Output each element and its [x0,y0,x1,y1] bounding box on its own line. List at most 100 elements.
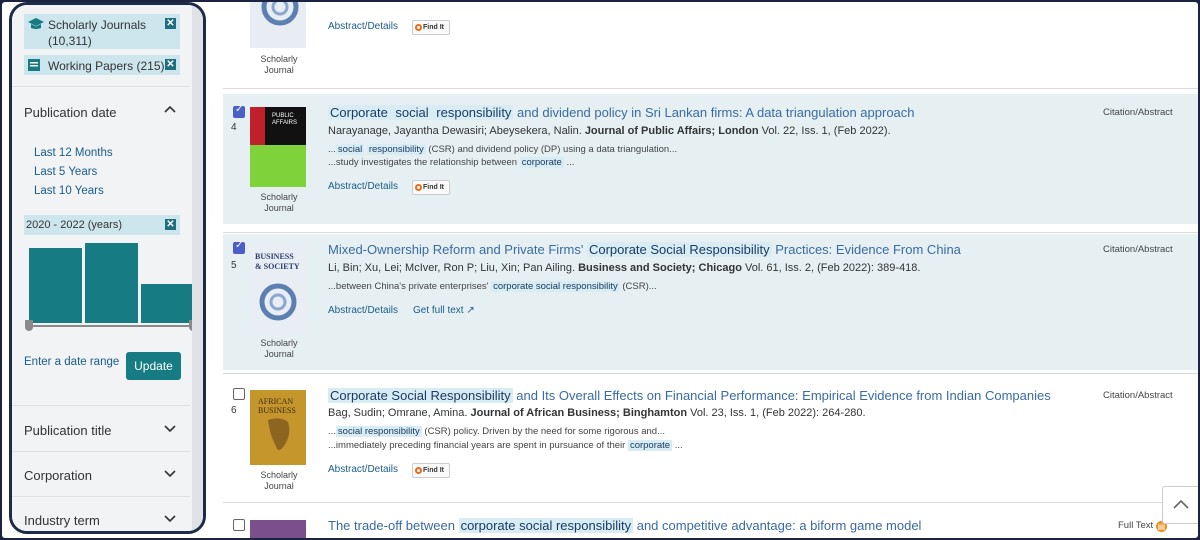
result-item: 4 PUBLICAFFAIRS Scholarly Journal Corpor… [223,94,1198,224]
divider [223,502,1198,503]
title-text[interactable]: and Its Overall Effects on Financial Per… [513,388,1050,403]
histogram-bar[interactable] [29,247,82,323]
snippet-highlight: corporate [627,440,673,451]
snippet-text: (CSR) and dividend policy (DP) using a d… [425,144,678,155]
authors: Bag, Sudin; Omrane, Amina. [328,407,468,419]
journal-cover[interactable]: PUBLIC AFFAIRS [250,107,306,187]
publication-date-heading[interactable]: Publication date [24,105,117,120]
find-it-button[interactable]: Find It [412,20,450,35]
snippet-highlight: corporate social responsibility [491,281,620,292]
range-handle-left[interactable] [25,320,33,331]
filter-label: Working Papers (215) [48,59,165,73]
result-citation: Li, Bin; Xu, Lei; McIver, Ron P; Liu, Xi… [328,262,920,274]
sidebar-scrollbar[interactable] [192,5,203,531]
back-to-top-button[interactable] [1162,486,1198,524]
journal-name: Business and Society; Chicago [578,262,742,274]
result-citation: Narayanage, Jayantha Dewasiri; Abeyseker… [328,125,891,137]
chevron-down-icon[interactable] [164,467,176,481]
snippet-text: ...immediately preceding financial years… [328,440,628,451]
divider [12,451,190,452]
title-text[interactable]: and dividend policy in Sri Lankan firms:… [513,105,914,120]
document-type: Citation/Abstract [1103,244,1173,255]
snippet-text: (CSR)... [619,281,657,292]
publication-date-histogram[interactable] [29,241,194,323]
title-highlight[interactable]: Corporate [328,105,390,120]
title-highlight[interactable]: Corporate Social Responsibility [586,242,772,257]
result-snippet: ...between China's private enterprises' … [328,281,657,292]
authors: Li, Bin; Xu, Lei; McIver, Ron P; Liu, Xi… [328,262,576,274]
result-title-link[interactable]: Corporate Social Responsibility and Its … [328,388,1051,403]
result-title-link[interactable]: The trade-off between corporate social r… [328,518,921,533]
document-type: Full Text ▤ [1118,520,1167,532]
divider [223,88,1198,89]
facet-publication-title[interactable]: Publication title [24,423,111,438]
full-text-label: Get full text [413,305,464,316]
journal-cover[interactable] [250,2,306,48]
title-text[interactable]: and competitive advantage: a biform game… [633,518,922,533]
divider [12,405,190,406]
title-highlight[interactable]: social [389,105,435,120]
enter-date-range-link[interactable]: Enter a date range [24,356,119,368]
result-number: 5 [231,260,237,271]
snippet-text: ...study investigates the relationship b… [328,157,520,168]
title-text[interactable]: The trade-off between [328,518,459,533]
histogram-bar[interactable] [85,243,138,323]
divider [12,496,190,497]
journal-cover[interactable]: AFRICAN BUSINESS [250,390,306,465]
snippet-highlight: social responsibility [335,426,422,437]
result-title-link[interactable]: Mixed-Ownership Reform and Private Firms… [328,242,961,257]
result-checkbox[interactable] [233,388,245,400]
date-link-last-10-years[interactable]: Last 10 Years [34,185,104,197]
remove-filter-icon[interactable]: ✕ [165,59,176,70]
result-checkbox[interactable] [233,104,245,118]
find-it-label: Find It [423,467,444,474]
doc-type-label: Scholarly Journal [260,338,298,359]
journal-cover[interactable]: BUSINESS & SOCIETY [250,244,306,334]
remove-filter-icon[interactable]: ✕ [165,219,176,230]
journal-cover[interactable] [250,520,306,538]
result-item: The trade-off between corporate social r… [223,508,1198,538]
title-text[interactable]: Mixed-Ownership Reform and Private Firms… [328,242,587,257]
date-link-last-12-months[interactable]: Last 12 Months [34,147,113,159]
result-checkbox[interactable] [233,240,245,254]
journal-name: Journal of African Business; Binghamton [470,407,688,419]
title-highlight[interactable]: responsibility [434,105,514,120]
abstract-details-link[interactable]: Abstract/Details [328,181,398,192]
facet-corporation[interactable]: Corporation [24,468,92,483]
facet-industry-term[interactable]: Industry term [24,513,100,528]
title-highlight[interactable]: Corporate Social Responsibility [328,388,513,403]
date-link-last-5-years[interactable]: Last 5 Years [34,166,97,178]
citation-details: Vol. 61, Iss. 2, (Feb 2022): 389-418. [741,262,921,274]
remove-filter-icon[interactable]: ✕ [165,18,176,29]
title-highlight[interactable]: corporate social responsibility [458,518,634,533]
document-icon [27,58,41,75]
title-text[interactable]: Practices: Evidence From China [772,242,961,257]
abstract-details-link[interactable]: Abstract/Details [328,305,398,316]
active-filter-scholarly-journals: Scholarly Journals (10,311) ✕ [24,14,180,49]
chevron-down-icon[interactable] [164,422,176,436]
divider [223,373,1198,374]
update-button[interactable]: Update [126,352,181,380]
result-item: 5 BUSINESS & SOCIETY Scholarly Journal M… [223,234,1198,370]
find-it-icon [415,24,422,31]
result-number: 4 [231,122,237,133]
result-title-link[interactable]: Corporate social responsibility and divi… [328,105,915,120]
result-checkbox[interactable] [233,519,245,531]
app-frame: Scholarly Journals (10,311) ✕ Working Pa… [2,2,1198,538]
graduation-cap-icon [27,17,45,34]
snippet-text: ... [672,440,683,451]
chevron-up-icon[interactable] [164,102,176,116]
result-number: 6 [231,405,237,416]
result-snippet: ...study investigates the relationship b… [328,157,574,168]
find-it-button[interactable]: Find It [412,180,450,195]
histogram-bar[interactable] [141,283,194,323]
histogram-axis [29,325,195,327]
chevron-down-icon[interactable] [164,512,176,526]
get-full-text-link[interactable]: Get full text ↗ [413,305,475,316]
abstract-details-link[interactable]: Abstract/Details [328,21,398,32]
find-it-button[interactable]: Find It [412,463,450,478]
filter-label: Scholarly Journals [48,18,147,32]
find-it-label: Find It [423,24,444,31]
abstract-details-link[interactable]: Abstract/Details [328,464,398,475]
snippet-highlight: responsibility [366,144,426,155]
